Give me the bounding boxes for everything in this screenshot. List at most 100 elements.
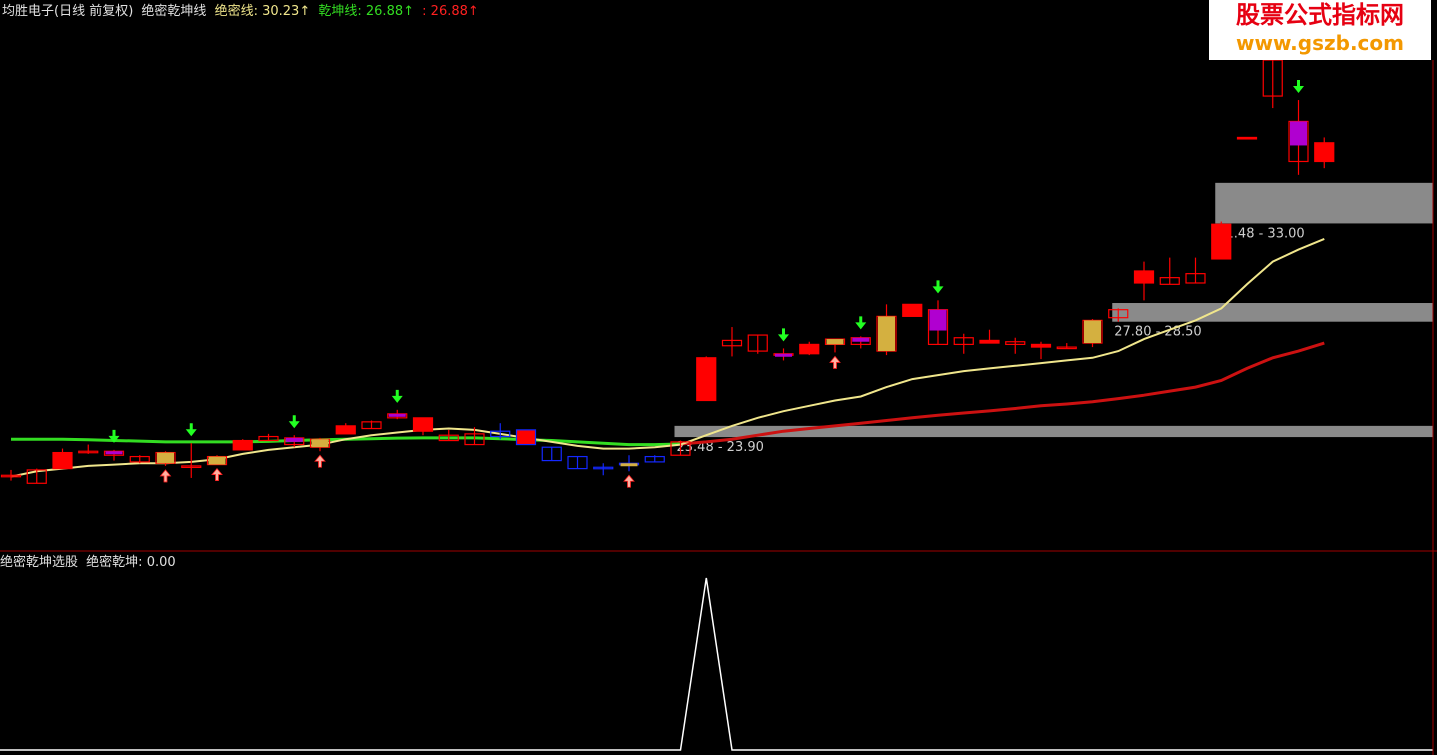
candle <box>258 433 279 442</box>
arrow-down-icon <box>288 415 300 429</box>
arrow-down-icon <box>932 280 944 294</box>
candle <box>361 420 382 430</box>
candle-body <box>902 303 923 317</box>
zone-label: 27.80 - 28.50 <box>1114 325 1201 340</box>
sub-indicator-value: 0.00 <box>146 555 176 570</box>
candle-body <box>979 339 1000 344</box>
gold-highlight <box>311 439 329 448</box>
arrow-up-icon <box>623 474 635 488</box>
arrow-up-icon <box>211 467 223 481</box>
purple-highlight <box>285 437 303 442</box>
gold-highlight <box>826 339 844 345</box>
sub-indicator-label: 绝密乾坤: <box>86 555 143 570</box>
candle-body <box>799 343 820 355</box>
candle <box>953 333 974 354</box>
candle <box>541 446 562 462</box>
candle <box>129 455 150 464</box>
candle <box>335 423 356 435</box>
arrow-down-icon <box>185 423 197 437</box>
purple-highlight <box>775 353 792 357</box>
candle <box>567 455 588 470</box>
candle-body <box>232 439 253 451</box>
arrow-down-icon <box>778 328 789 342</box>
resistance-zones: 23.48 - 23.9027.80 - 28.5031.48 - 33.00 <box>674 182 1433 455</box>
candle <box>1262 59 1283 109</box>
jm-line-label: 绝密线: <box>214 4 258 19</box>
stock-title: 均胜电子(日线 前复权) <box>2 4 134 19</box>
gold-highlight <box>208 456 226 465</box>
candle <box>773 328 794 361</box>
candle-body <box>52 451 73 470</box>
watermark-url: www.gszb.com <box>1236 31 1404 55</box>
candle <box>412 417 434 436</box>
chart-canvas: 23.48 - 23.9027.80 - 28.5031.48 - 33.00 <box>0 59 1437 755</box>
candle <box>103 429 125 461</box>
jm-line-value: 30.23↑ <box>262 4 311 19</box>
candle <box>644 455 665 463</box>
candle-body <box>696 357 717 402</box>
candle-body <box>1314 142 1335 163</box>
candle <box>876 304 897 356</box>
main-chart-header: 均胜电子(日线 前复权) 绝密乾坤线 绝密线: 30.23↑ 乾坤线: 26.8… <box>2 4 483 20</box>
candle <box>979 329 1000 344</box>
candle <box>824 338 846 369</box>
third-series-value: 26.88↑ <box>430 4 479 19</box>
candle <box>696 356 717 402</box>
qk-line-value: 26.88↑ <box>365 4 414 19</box>
candle <box>0 469 22 481</box>
candle <box>78 444 99 454</box>
candle <box>155 451 176 483</box>
candle-body <box>1133 270 1155 284</box>
candle <box>181 423 202 478</box>
candle <box>284 415 305 448</box>
indicator-name: 绝密乾坤线 <box>141 4 207 19</box>
candle <box>593 463 614 476</box>
candle-body <box>412 417 434 432</box>
purple-highlight <box>105 451 123 455</box>
resistance-zone <box>1112 303 1433 322</box>
resistance-zone <box>1215 182 1433 224</box>
indicator-lines <box>10 237 1325 478</box>
candle <box>1159 257 1180 285</box>
candle <box>52 448 73 470</box>
sub-indicator-title: 绝密乾坤选股 <box>0 555 79 570</box>
candlesticks <box>0 59 1335 488</box>
qk-line-label: 乾坤线: <box>318 4 362 19</box>
candle <box>902 303 923 317</box>
signal-line <box>0 577 1433 751</box>
candle-body <box>1236 136 1258 140</box>
purple-highlight <box>388 413 406 417</box>
gold-highlight <box>620 463 638 467</box>
arrow-up-icon <box>159 469 172 483</box>
candle <box>490 423 511 440</box>
arrow-down-icon <box>391 389 403 403</box>
candle <box>618 455 640 488</box>
candle <box>799 341 820 356</box>
purple-highlight <box>852 337 870 342</box>
candle <box>927 280 949 346</box>
sub-chart-header: 绝密乾坤选股 绝密乾坤: 0.00 <box>0 555 180 571</box>
candle <box>1314 137 1335 169</box>
candle <box>1211 221 1232 260</box>
purple-highlight <box>929 309 947 331</box>
arrow-down-icon <box>855 316 867 330</box>
candle <box>1236 136 1258 140</box>
candle <box>1185 257 1206 284</box>
candle <box>206 455 228 481</box>
gold-highlight <box>878 316 895 352</box>
candle <box>232 439 253 451</box>
candle-body <box>1030 343 1052 348</box>
candle <box>1030 341 1052 360</box>
candle-body <box>515 429 537 446</box>
candle <box>1288 80 1309 175</box>
candle <box>515 429 537 446</box>
third-series-label: : <box>422 4 427 19</box>
watermark-logo: 股票公式指标网 www.gszb.com <box>1209 0 1431 60</box>
gold-highlight <box>1084 320 1101 344</box>
candle <box>1056 343 1077 350</box>
candle <box>1005 337 1026 354</box>
arrow-up-icon <box>314 454 326 468</box>
arrow-down-icon <box>1293 80 1304 94</box>
candle <box>1133 261 1155 301</box>
purple-highlight <box>1290 121 1307 146</box>
